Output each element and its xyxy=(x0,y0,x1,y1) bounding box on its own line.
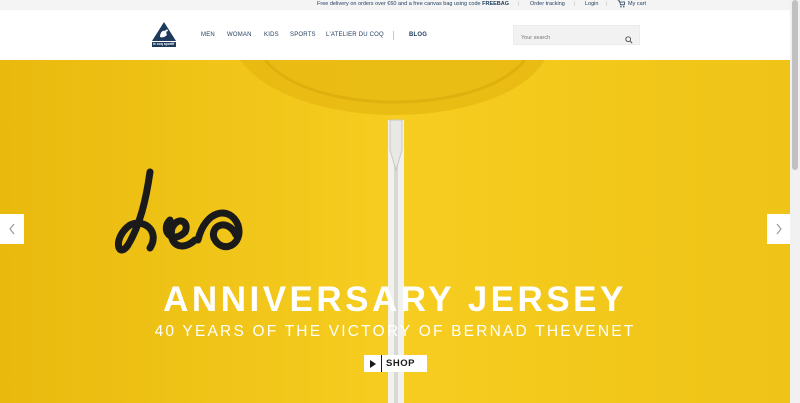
jersey-image xyxy=(0,60,790,403)
search-input[interactable] xyxy=(514,29,614,47)
topbar-divider: | xyxy=(574,1,576,7)
play-icon xyxy=(364,355,381,372)
carousel-next-button[interactable] xyxy=(767,214,791,244)
carousel-prev-button[interactable] xyxy=(0,214,24,244)
topbar-divider: | xyxy=(606,1,608,7)
shop-button[interactable]: SHOP xyxy=(364,355,427,372)
shop-button-divider xyxy=(381,355,382,372)
hero-banner: ANNIVERSARY JERSEY 40 YEARS OF THE VICTO… xyxy=(0,60,790,403)
chevron-right-icon xyxy=(776,223,782,235)
shop-button-label: SHOP xyxy=(386,358,415,369)
nav-divider xyxy=(393,31,394,40)
promo-text: Free delivery on orders over €60 and a f… xyxy=(317,1,483,7)
nav-blog[interactable]: BLOG xyxy=(409,32,427,38)
nav-atelier-du-coq[interactable]: L'ATELIER DU COQ xyxy=(326,32,384,38)
search-icon[interactable] xyxy=(625,31,633,44)
logo-text: le coq sportif xyxy=(153,42,175,46)
nav-kids[interactable]: KIDS xyxy=(264,32,279,38)
cart-icon[interactable] xyxy=(617,0,626,10)
top-bar: Free delivery on orders over €60 and a f… xyxy=(0,0,790,10)
promo-message: Free delivery on orders over €60 and a f… xyxy=(317,1,509,7)
order-tracking-link[interactable]: Order tracking xyxy=(530,1,565,7)
search-box xyxy=(513,25,640,47)
site-header: le coq sportif MEN WOMAN KIDS SPORTS L'A… xyxy=(0,10,790,60)
scrollbar-thumb[interactable] xyxy=(792,0,798,170)
my-cart-link[interactable]: My cart xyxy=(628,1,646,7)
nav-men[interactable]: MEN xyxy=(201,32,215,38)
login-link[interactable]: Login xyxy=(585,1,598,7)
nav-woman[interactable]: WOMAN xyxy=(227,32,252,38)
hero-subtitle: 40 YEARS OF THE VICTORY OF BERNAD THEVEN… xyxy=(154,323,636,340)
chevron-left-icon xyxy=(9,223,15,235)
promo-code: FREEBAG xyxy=(482,1,509,7)
hero-title: ANNIVERSARY JERSEY xyxy=(163,280,627,319)
nav-sports[interactable]: SPORTS xyxy=(290,32,316,38)
topbar-divider: | xyxy=(518,1,520,7)
brand-logo[interactable]: le coq sportif xyxy=(151,21,177,48)
